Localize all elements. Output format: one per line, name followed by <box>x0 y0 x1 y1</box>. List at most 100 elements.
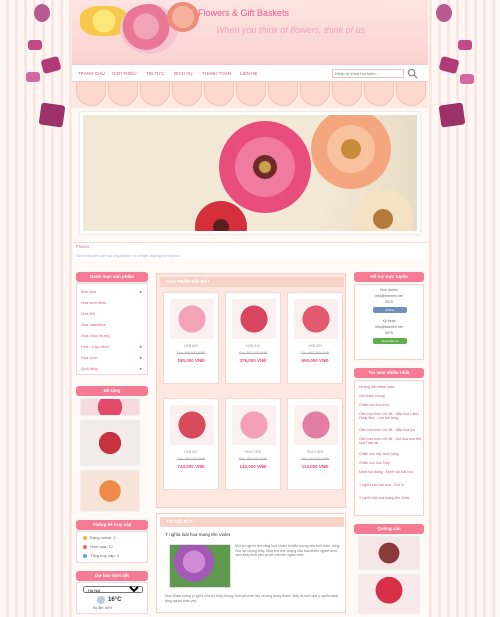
news-more-text: Hoa Violet mang ý nghĩa của sự thủy chun… <box>165 594 339 603</box>
product-code: HSB 803 <box>307 344 322 348</box>
banner-slideshow[interactable] <box>80 112 420 234</box>
popular-item[interactable]: Cắm hoa theo chủ đề - Giỏ hoa tươi tiết … <box>359 437 421 445</box>
product-image[interactable] <box>232 299 276 339</box>
category-item[interactable]: Bán hoa <box>81 289 96 294</box>
category-item[interactable]: Hoa 8/3 <box>81 311 95 316</box>
users-icon <box>83 553 87 558</box>
gift-deco <box>438 102 466 128</box>
agent-name: Kinh doanh <box>380 288 398 292</box>
online-status-button[interactable]: Online <box>373 307 407 313</box>
popular-item[interactable]: Cắm hoa theo chủ đề - Mẫu hoa lụa <box>359 428 421 432</box>
product-price: 375,000 VNĐ <box>239 358 267 363</box>
gift-image[interactable] <box>80 470 140 512</box>
nav-home[interactable]: TRANG CHỦ <box>78 71 105 76</box>
gift-deco <box>438 55 460 75</box>
popular-item[interactable]: Chăm sóc hoa Tulip <box>359 461 390 465</box>
violet-flower-image[interactable] <box>169 544 231 588</box>
city-select[interactable]: Hà Nội <box>83 586 143 593</box>
category-item[interactable]: Hoa cưới <box>81 355 98 360</box>
popular-item[interactable]: Cắm hoa theo chủ đề - Mẫu hoa Cảnh Hồng … <box>359 412 421 420</box>
product-image[interactable] <box>232 405 276 445</box>
page-container: Flowers & Gift Baskets When you think of… <box>72 0 428 617</box>
support-title: Hỗ trợ trực tuyến <box>354 272 424 282</box>
popular-item[interactable]: Mười hai tháng - Mười hai loài hoa <box>359 470 421 474</box>
product-image[interactable] <box>294 299 338 339</box>
chevron-right-icon: ► <box>139 344 143 349</box>
popular-item[interactable]: Chăm sóc cây cảnh hồng <box>359 452 399 456</box>
chevron-right-icon: ► <box>139 366 143 371</box>
product-card[interactable]: HSB 802 Giá: 190,000 VNĐ 180,000 VNĐ <box>163 292 219 384</box>
popular-item[interactable]: Ý nghĩa các loài hoa - Chữ A <box>359 483 421 487</box>
product-code: HSB 807 <box>183 450 198 454</box>
stat-row: Hôm qua: 12 <box>83 544 113 549</box>
category-item[interactable]: Quà tặng <box>81 366 97 371</box>
category-item[interactable]: Hoa chúc mừng <box>81 333 109 338</box>
nav-contact[interactable]: LIÊN HỆ <box>240 71 258 76</box>
popular-item[interactable]: Giới thiệu chung <box>359 394 385 398</box>
product-old-price: Giá: 120,000 VNĐ <box>300 457 330 461</box>
nav-news[interactable]: TIN TỨC <box>146 71 164 76</box>
news-headline[interactable]: Ý nghĩa loài hoa mang tên Violet <box>165 532 230 537</box>
product-price: 142,000 VNĐ <box>239 464 267 469</box>
product-card[interactable]: HSA 2 805 Giá: 160,000 VNĐ 142,000 VNĐ <box>225 398 281 490</box>
gift-deco <box>460 74 474 84</box>
chat-button[interactable]: Chat with me <box>373 338 407 344</box>
red-gerbera <box>195 201 247 231</box>
stats-box: Đang online: 2 Hôm qua: 12 Tổng truy cập… <box>76 531 148 563</box>
product-image[interactable] <box>170 405 214 445</box>
chevron-right-icon: ► <box>139 289 143 294</box>
stats-title: Thống kê truy cập <box>76 520 148 530</box>
product-image[interactable] <box>294 405 338 445</box>
stat-row: Đang online: 2 <box>83 535 116 540</box>
main-nav: TRANG CHỦ GIỚI THIỆU TIN TỨC DỊCH VỤ THA… <box>72 64 428 82</box>
caption-title: Flower <box>76 244 90 249</box>
gift-image[interactable] <box>80 398 140 416</box>
agent-phone: 0975 <box>385 331 393 335</box>
gift-deco <box>26 72 40 82</box>
cream-gerbera <box>353 189 413 231</box>
featured-news: TIN NỔI BẬT Ý nghĩa loài hoa mang tên Vi… <box>156 513 346 613</box>
peach-gerbera <box>311 115 391 189</box>
scallop-decoration <box>72 82 428 108</box>
site-header: Flowers & Gift Baskets When you think of… <box>72 0 428 64</box>
popular-list: Hướng dẫn thanh toán Giới thiệu chung Ch… <box>354 380 424 516</box>
popular-item[interactable]: Chăm sóc hoa tươi <box>359 403 389 407</box>
cloud-icon <box>97 596 105 604</box>
product-code: HSB 802 <box>183 344 198 348</box>
product-card[interactable]: HSB 812 Giá: 390,000 VNĐ 375,000 VNĐ <box>225 292 281 384</box>
product-old-price: Giá: 750,000 VNĐ <box>176 457 206 461</box>
search-input[interactable] <box>332 69 404 78</box>
gift-deco <box>40 55 62 75</box>
gift-deco <box>28 40 42 50</box>
nav-about[interactable]: GIỚI THIỆU <box>112 71 137 76</box>
ad-image[interactable] <box>358 574 420 614</box>
nav-services[interactable]: DỊCH VỤ <box>174 71 193 76</box>
support-box: Kinh doanh info@tenmien.net 0975 Online … <box>354 284 424 360</box>
ads-title: Quảng cáo <box>354 524 424 534</box>
pink-gerbera <box>219 121 311 213</box>
category-item[interactable]: Hoa sinh nhật <box>81 300 106 305</box>
popular-item[interactable]: Hướng dẫn thanh toán <box>359 385 394 389</box>
product-card[interactable]: HSB 807 Giá: 750,000 VNĐ 743,000 VNĐ <box>163 398 219 490</box>
gifts-title: Đồ tặng <box>76 386 148 396</box>
category-item[interactable]: Hoa Valentine <box>81 322 106 327</box>
search-icon[interactable] <box>407 68 418 79</box>
gift-image[interactable] <box>80 420 140 466</box>
popular-item[interactable]: Ý nghĩa loài hoa mang tên Violet <box>359 496 421 500</box>
agent-email: info@tenmien.net <box>375 325 403 329</box>
product-price: 743,000 VNĐ <box>177 464 205 469</box>
ad-image[interactable] <box>358 536 420 570</box>
news-excerpt: Một số người cho rằng hoa Violet là biểu… <box>235 544 340 557</box>
category-item[interactable]: Hoa - Cây cảnh <box>81 344 109 349</box>
featured-title: SẢN PHẨM NỔI BẬT <box>160 277 344 287</box>
product-card[interactable]: HSA 2 803 Giá: 120,000 VNĐ 114,000 VNĐ <box>287 398 343 490</box>
product-price: 180,000 VNĐ <box>177 358 205 363</box>
product-image[interactable] <box>170 299 214 339</box>
flower-deco <box>436 4 452 22</box>
nav-payment[interactable]: THANH TOÁN <box>202 71 231 76</box>
right-decoration <box>428 0 500 617</box>
peach-rose-image <box>167 2 199 32</box>
product-card[interactable]: HSB 803 Giá: 680,000 VNĐ 650,000 VNĐ <box>287 292 343 384</box>
banner-caption: Flower Since flowers are an inspiration … <box>74 242 426 260</box>
categories-title: Danh mục sản phẩm <box>76 272 148 282</box>
